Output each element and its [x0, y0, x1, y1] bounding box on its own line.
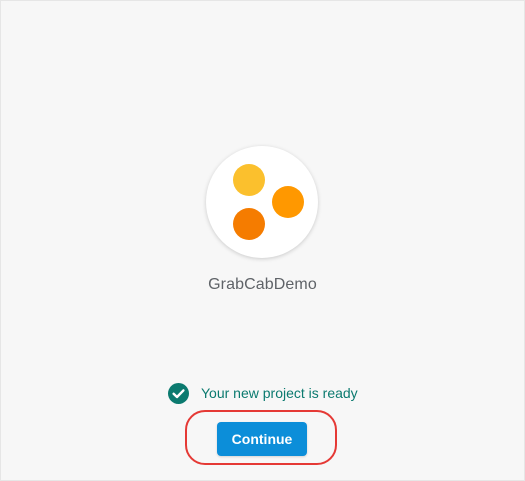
project-logo — [206, 146, 318, 258]
continue-button[interactable]: Continue — [217, 422, 307, 456]
project-name: GrabCabDemo — [208, 276, 317, 293]
check-circle-icon — [168, 382, 189, 404]
status-row: Your new project is ready — [168, 382, 358, 404]
status-message: Your new project is ready — [201, 385, 358, 401]
logo-dot-orange — [272, 186, 304, 218]
logo-dot-yellow — [233, 164, 265, 196]
logo-dot-dark-orange — [233, 208, 265, 240]
